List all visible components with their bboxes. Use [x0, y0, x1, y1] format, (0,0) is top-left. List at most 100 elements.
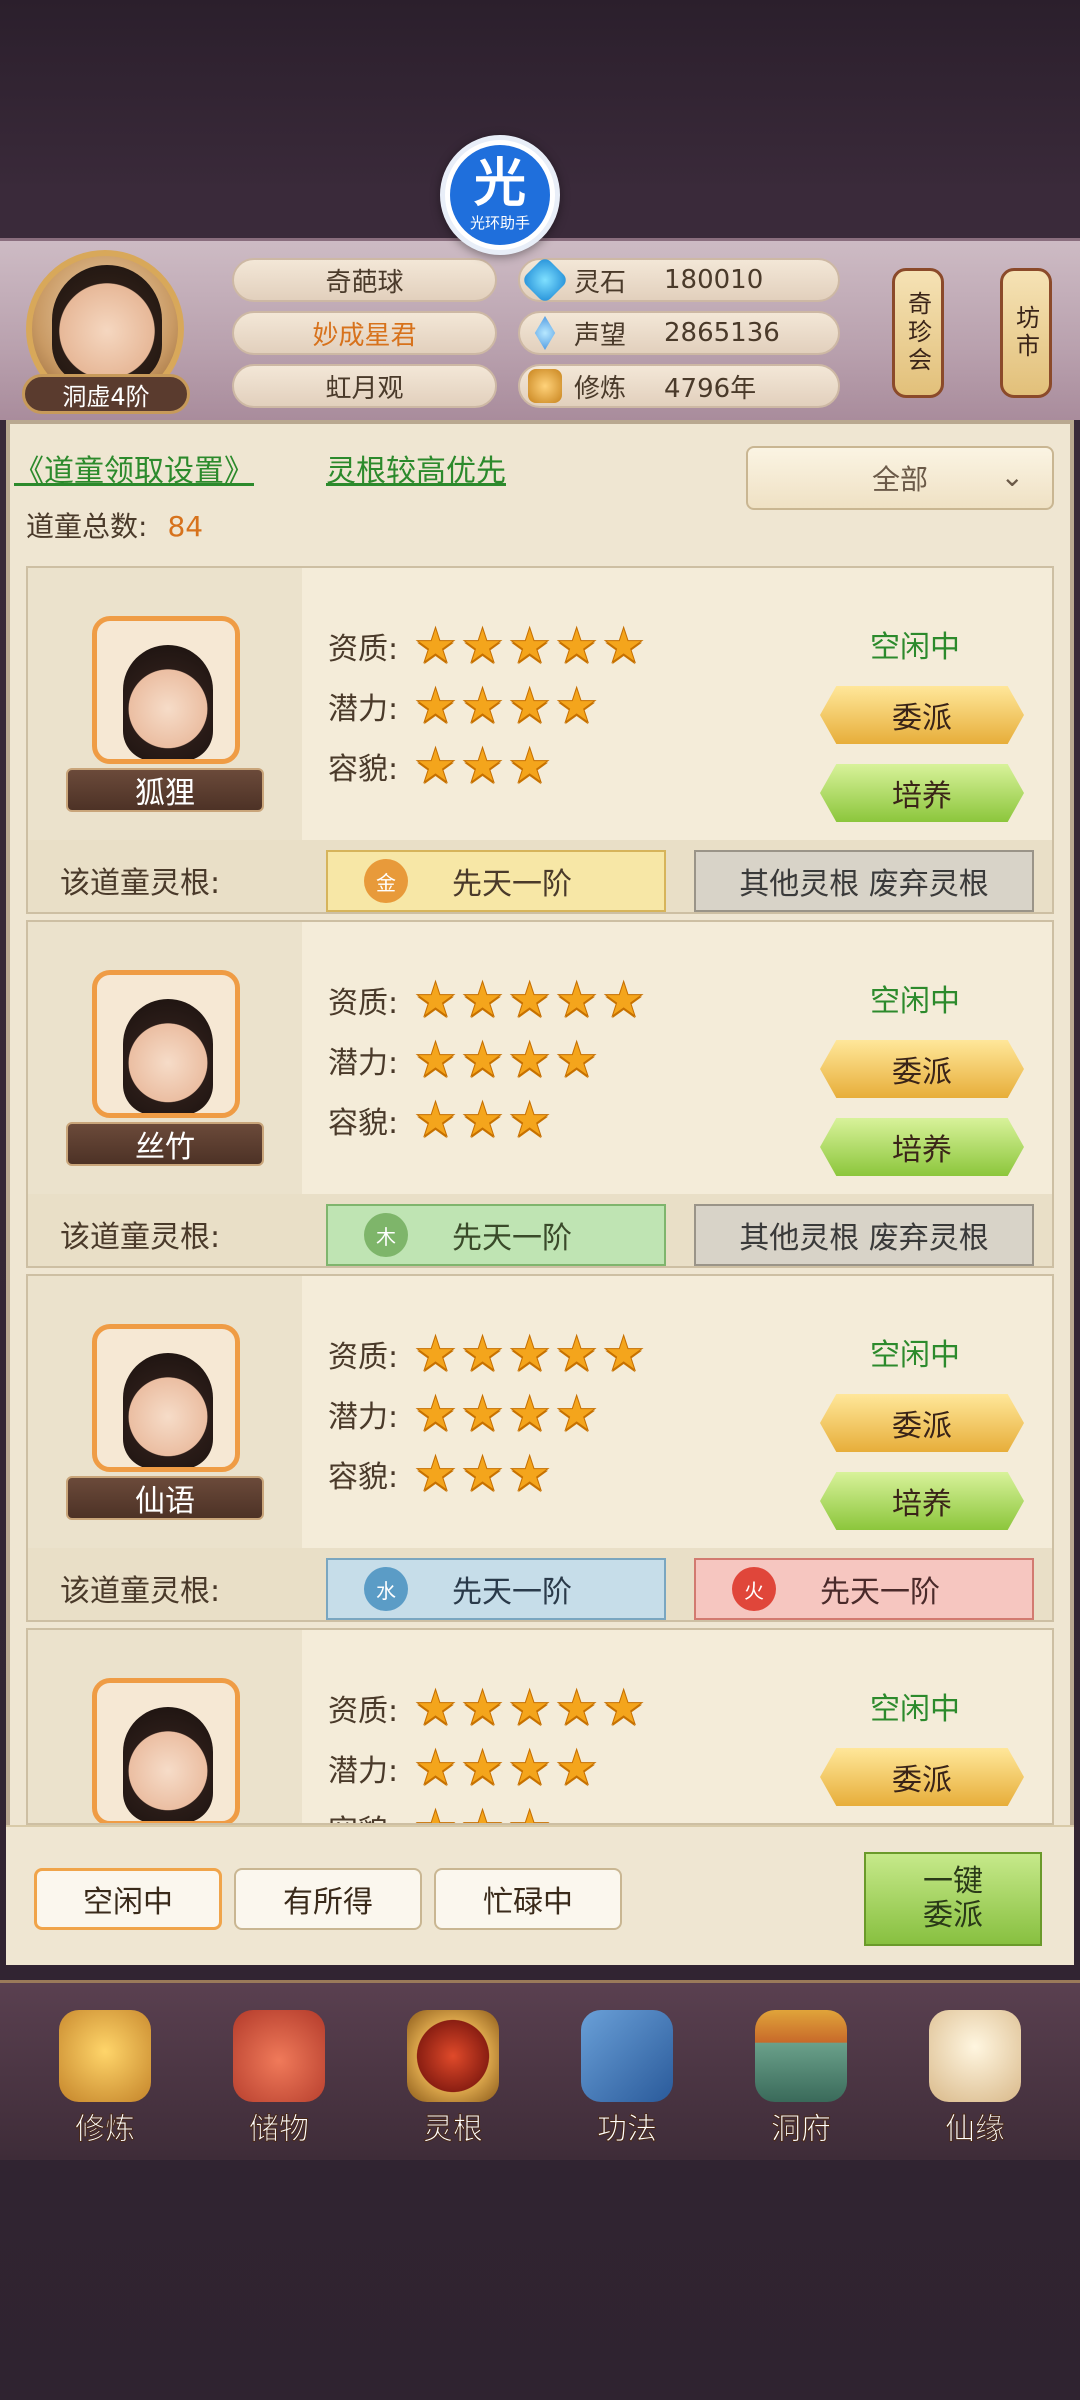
star-icon: ★	[413, 618, 458, 674]
dispatch-button[interactable]: 委派	[820, 1748, 1024, 1806]
dispatch-button[interactable]: 委派	[820, 1394, 1024, 1452]
star-icon: ★	[602, 618, 646, 674]
spirit-root-pill[interactable]: 火 先天一阶	[694, 1558, 1034, 1620]
star-icon: ★	[508, 618, 552, 674]
disciple-status: 空闲中	[870, 1338, 960, 1373]
player-sect: 虹月观	[232, 364, 497, 408]
chevron-down-icon: ⌄	[1000, 460, 1024, 493]
star-icon: ★	[413, 1326, 458, 1382]
star-icon: ★	[555, 1386, 599, 1442]
disciple-status: 空闲中	[870, 630, 960, 665]
spirit-root-pill[interactable]: 木 先天一阶	[326, 1204, 666, 1266]
root-label: 该道童灵根:	[60, 1220, 221, 1255]
star-icon: ★	[413, 1680, 458, 1736]
app-badge[interactable]: 光 光环助手	[440, 135, 560, 255]
filter-dropdown[interactable]: 全部 ⌄	[746, 446, 1054, 510]
disciple-card: 丝竹 资质: ★ ★ ★ ★ ★ 潜力: ★ ★ ★ ★ 容貌: ★ ★ ★ 空闲中 委派 培养 该道童灵根: 木 先天一…	[26, 920, 1054, 1268]
spirit-root-pill[interactable]: 其他灵根 废弃灵根	[694, 850, 1034, 912]
star-icon: ★	[461, 1032, 505, 1088]
spirit-root-pill[interactable]: 水 先天一阶	[326, 1558, 666, 1620]
filter-busy[interactable]: 忙碌中	[434, 1868, 622, 1930]
stat-value: 2865136	[664, 318, 780, 348]
element-icon: 火	[732, 1567, 776, 1611]
dispatch-button[interactable]: 委派	[820, 1040, 1024, 1098]
star-icon: ★	[508, 1740, 552, 1796]
star-icon: ★	[508, 1092, 552, 1148]
star-icon: ★	[508, 972, 552, 1028]
dispatch-button[interactable]: 委派	[820, 686, 1024, 744]
appearance-row: 容貌:★★★	[328, 1446, 552, 1502]
spirit-root-pill[interactable]: 其他灵根 废弃灵根	[694, 1204, 1034, 1266]
market-button[interactable]: 坊市	[1000, 268, 1052, 398]
nav-cultivate[interactable]: 修炼	[40, 2010, 170, 2160]
nav-storage[interactable]: 储物	[214, 2010, 344, 2160]
star-icon: ★	[555, 1326, 599, 1382]
star-icon: ★	[555, 1740, 599, 1796]
disciple-portrait[interactable]	[92, 1678, 240, 1823]
technique-book-icon	[581, 2010, 673, 2102]
nav-immortal-fate[interactable]: 仙缘	[910, 2010, 1040, 2160]
star-icon: ★	[461, 1740, 505, 1796]
aptitude-row: 资质: ★ ★ ★ ★ ★	[328, 972, 646, 1028]
disciple-name: 仙语	[66, 1476, 264, 1520]
star-icon: ★	[555, 678, 599, 734]
dropdown-value: 全部	[871, 463, 928, 496]
star-icon: ★	[413, 1092, 458, 1148]
star-icon: ★	[508, 1446, 552, 1502]
star-icon: ★	[555, 618, 599, 674]
star-icon: ★	[461, 738, 505, 794]
star-icon: ★	[555, 1032, 599, 1088]
root-label: 该道童灵根:	[60, 866, 221, 901]
reputation-icon	[534, 316, 556, 350]
disciple-name: 丝竹	[66, 1122, 264, 1166]
star-icon: ★	[508, 1804, 552, 1824]
star-icon: ★	[413, 1032, 458, 1088]
star-icon: ★	[461, 1386, 505, 1442]
disciple-card: 狐狸 资质: ★ ★ ★ ★ ★ 潜力: ★ ★ ★ ★ 容貌: ★ ★ ★ 空闲中 委派 培养 该道童灵根: 金 先天一…	[26, 566, 1054, 914]
disciple-settings-link[interactable]: 《道童领取设置》	[14, 446, 254, 490]
star-icon: ★	[461, 1326, 505, 1382]
star-icon: ★	[508, 1386, 552, 1442]
filter-idle[interactable]: 空闲中	[34, 1868, 222, 1930]
treasure-auction-button[interactable]: 奇珍会	[892, 268, 944, 398]
star-icon: ★	[413, 1386, 458, 1442]
one-key-dispatch-button[interactable]: 一键 委派	[864, 1852, 1042, 1946]
train-button[interactable]: 培养	[820, 1472, 1024, 1530]
cave-mansion-icon	[755, 2010, 847, 2102]
disciple-status: 空闲中	[870, 1692, 960, 1727]
star-icon: ★	[508, 738, 552, 794]
appearance-row: 容貌:★★★	[328, 1804, 555, 1824]
star-icon: ★	[508, 1032, 552, 1088]
star-icon: ★	[461, 1446, 505, 1502]
element-icon: 水	[364, 1567, 408, 1611]
nav-spirit-root[interactable]: 灵根	[388, 2010, 518, 2160]
spirit-root-pill[interactable]: 金 先天一阶	[326, 850, 666, 912]
stat-cultivation: 修炼 4796年	[518, 364, 840, 408]
nav-technique[interactable]: 功法	[562, 2010, 692, 2160]
cultivation-icon	[528, 369, 562, 403]
aptitude-row: 资质: ★ ★ ★ ★ ★	[328, 1680, 646, 1736]
disciple-portrait[interactable]	[92, 616, 240, 764]
train-button[interactable]: 培养	[820, 764, 1024, 822]
player-name: 奇葩球	[232, 258, 497, 302]
star-icon: ★	[413, 1804, 457, 1824]
potential-row: 潜力: ★ ★ ★ ★	[328, 1386, 599, 1442]
disciple-portrait[interactable]	[92, 1324, 240, 1472]
disciple-card: 资质:★★★★★潜力:★★★★ 容貌:★★★ 空闲中委派	[26, 1628, 1054, 1825]
stat-spirit-stone: 灵石 180010	[518, 255, 840, 305]
star-icon: ★	[461, 1680, 505, 1736]
disciple-name: 狐狸	[66, 768, 264, 812]
disciple-status: 空闲中	[870, 984, 960, 1019]
root-text: 先天一阶	[452, 1575, 572, 1610]
portrait-face-icon	[123, 645, 213, 759]
stat-value: 180010	[664, 265, 764, 295]
nav-cave-mansion[interactable]: 洞府	[736, 2010, 866, 2160]
filter-rewarded[interactable]: 有所得	[234, 1868, 422, 1930]
root-text: 其他灵根 废弃灵根	[739, 1221, 989, 1256]
train-button[interactable]: 培养	[820, 1118, 1024, 1176]
disciple-portrait[interactable]	[92, 970, 240, 1118]
root-priority-link[interactable]: 灵根较高优先	[326, 446, 506, 490]
disciple-card: 仙语 资质: ★ ★ ★ ★ ★ 潜力: ★ ★ ★ ★ 容貌: ★ ★ ★ 空闲中 委派 培养 该道童灵根: 水 先天一…	[26, 1274, 1054, 1622]
spirit-root-icon	[407, 2010, 499, 2102]
portrait-face-icon	[123, 999, 213, 1113]
